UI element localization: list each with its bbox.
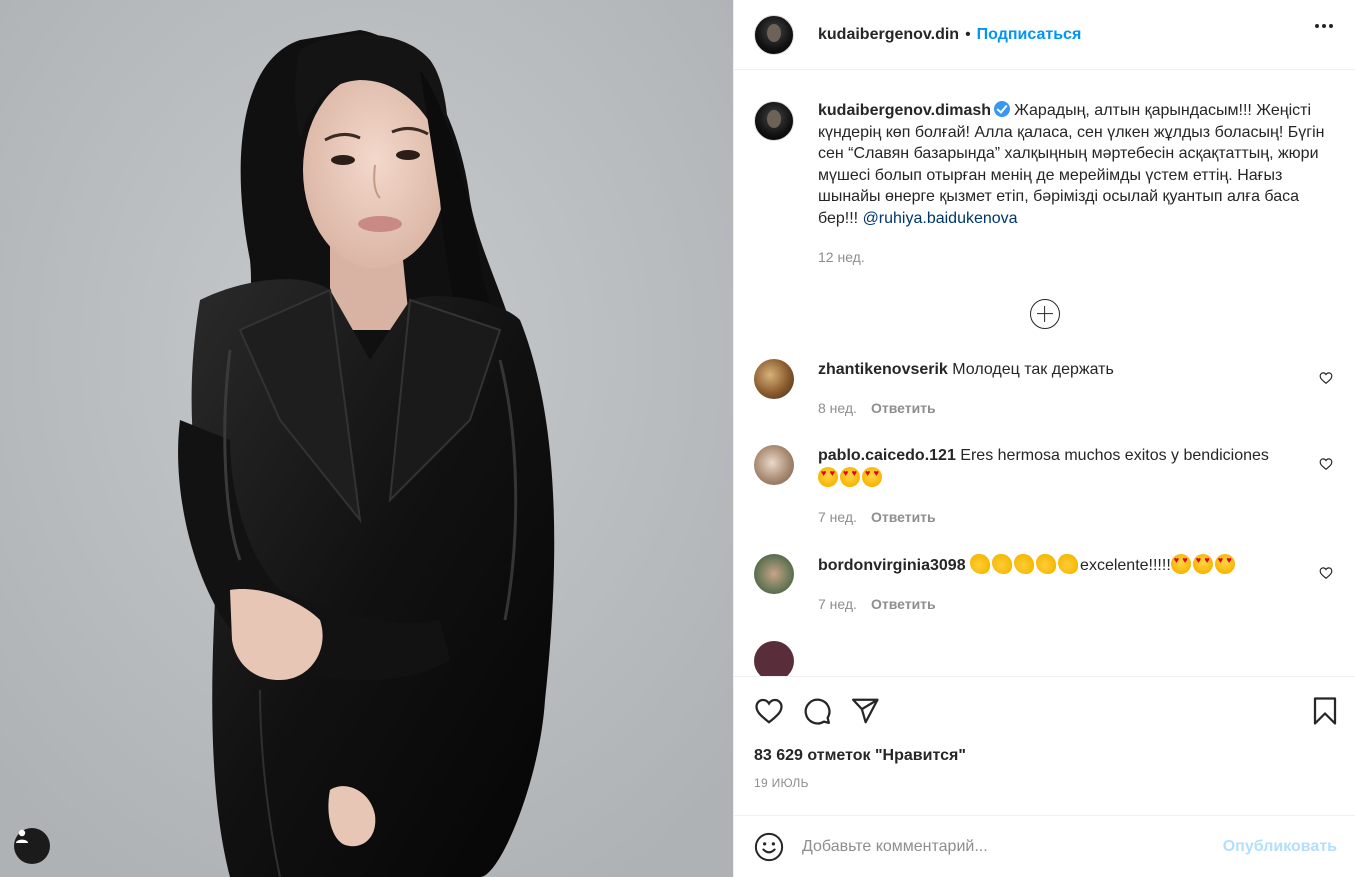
reply-button[interactable]: Ответить <box>871 506 936 528</box>
comment-username[interactable]: zhantikenovserik <box>818 361 948 378</box>
comment-username[interactable]: pablo.caicedo.121 <box>818 447 956 464</box>
comment-item-partial <box>754 640 1335 676</box>
clapping-hands-emoji-icon <box>1014 553 1035 574</box>
commenter-avatar[interactable] <box>754 553 794 594</box>
more-options-button[interactable] <box>1315 24 1333 28</box>
comment-time[interactable]: 7 нед. <box>818 506 857 528</box>
heart-icon <box>1319 457 1333 470</box>
photo-illustration <box>0 0 733 877</box>
emoji-icon <box>754 832 784 861</box>
comment-button[interactable] <box>802 696 832 726</box>
comment-like-button[interactable] <box>1319 566 1333 585</box>
comment-text: Eres hermosa muchos exitos y bendiciones <box>960 446 1269 464</box>
post-actions: 83 629 отметок "Нравится" 19 ИЮЛЬ <box>734 676 1355 804</box>
clapping-hands-emoji-icon <box>992 553 1013 574</box>
comment-item: pablo.caicedo.121 Eres hermosa muchos ex… <box>754 444 1335 528</box>
comment-text: excelente!!!!! <box>1080 556 1171 574</box>
post-date[interactable]: 19 ИЮЛЬ <box>754 776 1339 790</box>
verified-badge-icon <box>994 101 1011 117</box>
reply-button[interactable]: Ответить <box>871 397 936 419</box>
comment-icon <box>804 698 831 725</box>
heart-eyes-emoji-icon <box>840 466 860 487</box>
bookmark-icon <box>1313 697 1337 725</box>
comment-time[interactable]: 8 нед. <box>818 397 857 419</box>
post-modal: kudaibergenov.din • Подписаться kudaiber… <box>0 0 1355 877</box>
comment-item: zhantikenovserik Молодец так держать 8 н… <box>754 358 1335 419</box>
add-comment-bar: Опубликовать <box>734 815 1355 877</box>
user-tag-button[interactable] <box>14 828 50 864</box>
post-details-panel: kudaibergenov.din • Подписаться kudaiber… <box>733 0 1355 877</box>
comment-like-button[interactable] <box>1319 371 1333 390</box>
comment-time[interactable]: 7 нед. <box>818 593 857 615</box>
like-button[interactable] <box>754 696 784 726</box>
heart-eyes-emoji-icon <box>862 466 882 487</box>
heart-icon <box>755 698 783 724</box>
follow-button[interactable]: Подписаться <box>977 26 1082 44</box>
comments-list[interactable]: kudaibergenov.dimash Жарадың, алтын қарын… <box>734 71 1355 676</box>
heart-eyes-emoji-icon <box>1214 553 1235 574</box>
caption-time[interactable]: 12 нед. <box>818 247 1335 269</box>
comment-username[interactable]: bordonvirginia3098 <box>818 557 966 574</box>
comment-item: bordonvirginia3098 excelente!!!!! 7 нед.… <box>754 553 1335 615</box>
clapping-hands-emoji-icon <box>970 553 991 574</box>
author-username[interactable]: kudaibergenov.din <box>818 26 959 44</box>
author-avatar[interactable] <box>754 14 794 55</box>
heart-icon <box>1319 566 1333 579</box>
commenter-avatar[interactable] <box>754 444 794 485</box>
save-button[interactable] <box>1311 696 1339 726</box>
reply-button[interactable]: Ответить <box>871 593 936 615</box>
heart-eyes-emoji-icon <box>818 466 838 487</box>
comment-text: Молодец так держать <box>952 360 1114 378</box>
commenter-avatar[interactable] <box>754 358 794 399</box>
commenter-avatar[interactable] <box>754 640 794 676</box>
clapping-hands-emoji-icon <box>1058 553 1079 574</box>
user-tag-icon <box>16 829 28 843</box>
heart-eyes-emoji-icon <box>1192 553 1213 574</box>
post-photo[interactable] <box>0 0 733 877</box>
heart-eyes-emoji-icon <box>1170 553 1191 574</box>
load-more-comments-button[interactable] <box>1029 298 1060 329</box>
comment-input[interactable] <box>802 837 1223 856</box>
caption-mention-link[interactable]: @ruhiya.baidukenova <box>863 210 1018 227</box>
comment-like-button[interactable] <box>1319 457 1333 476</box>
share-icon <box>852 698 879 724</box>
likes-count[interactable]: 83 629 отметок "Нравится" <box>754 747 1339 765</box>
heart-icon <box>1319 371 1333 384</box>
caption-username[interactable]: kudaibergenov.dimash <box>818 102 991 119</box>
header-separator: • <box>965 25 971 43</box>
post-caption: kudaibergenov.dimash Жарадың, алтын қарын… <box>754 71 1335 269</box>
caption-text: Жарадың, алтын қарындасым!!! Жеңісті күн… <box>818 102 1325 227</box>
post-header: kudaibergenov.din • Подписаться <box>734 0 1355 70</box>
emoji-picker-button[interactable] <box>754 832 784 862</box>
clapping-hands-emoji-icon <box>1036 553 1057 574</box>
publish-button[interactable]: Опубликовать <box>1223 838 1337 856</box>
share-button[interactable] <box>850 696 880 726</box>
caption-avatar[interactable] <box>754 101 794 141</box>
more-options-icon <box>1315 24 1319 28</box>
